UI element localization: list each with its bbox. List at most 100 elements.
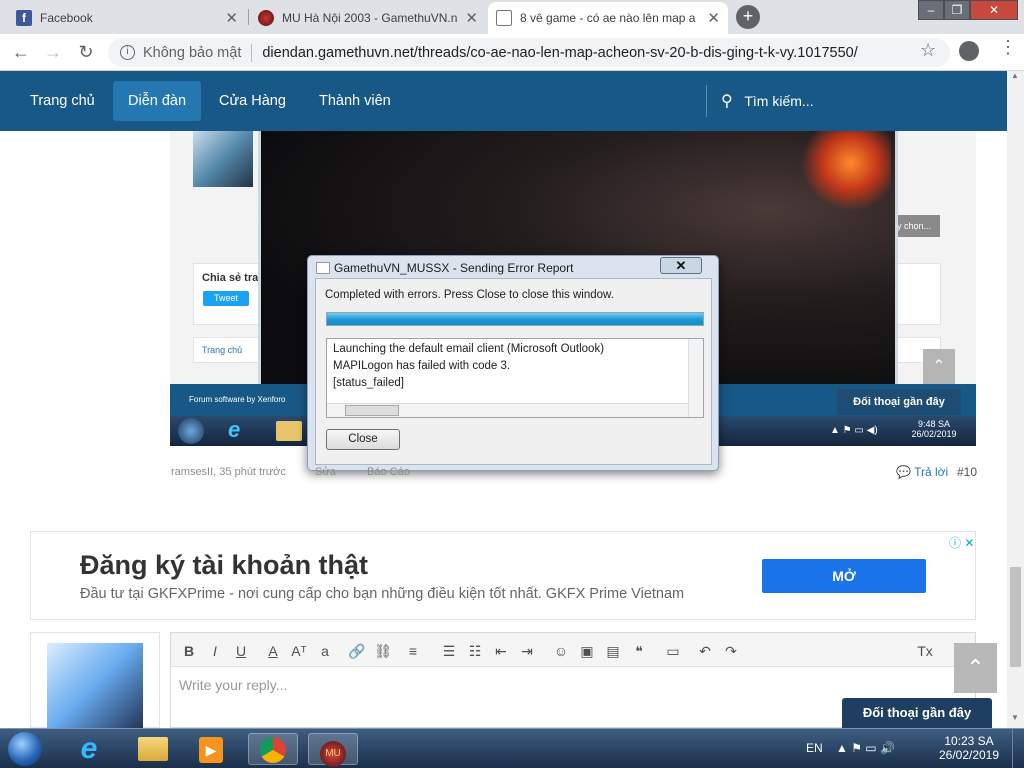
save-draft-icon[interactable]: ▭	[663, 641, 683, 661]
reload-button[interactable]: ↻	[74, 41, 98, 65]
avatar	[193, 131, 253, 187]
search-button[interactable]: ⚲ Tìm kiếm...	[706, 85, 1001, 117]
bookmark-star-icon[interactable]: ☆	[920, 40, 936, 61]
security-label: Không bảo mật	[143, 44, 242, 61]
clock[interactable]: 10:23 SA 26/02/2019	[934, 734, 1004, 762]
address-bar[interactable]: i Không bảo mật diendan.gamethuvn.net/th…	[108, 38, 950, 67]
breadcrumb[interactable]: Trang chủ	[202, 345, 242, 355]
edit-link[interactable]: Sửa	[315, 466, 336, 478]
scroll-down-icon[interactable]: ▼	[1011, 713, 1019, 722]
numbered-list-icon[interactable]: ☷	[465, 641, 485, 661]
close-icon[interactable]: ✕	[707, 9, 720, 27]
ad-title: Đăng ký tài khoản thật	[80, 550, 369, 580]
share-label: Chia sẻ tra	[202, 272, 259, 284]
explorer-icon[interactable]	[128, 733, 178, 765]
forward-button[interactable]: →	[41, 41, 65, 65]
tray-icons[interactable]: ▲ ⚑ ▭ 🔊	[836, 741, 895, 755]
ad-subtitle: Đầu tư tại GKFXPrime - nơi cung cấp cho …	[80, 586, 685, 602]
ad-open-button[interactable]: MỞ	[762, 559, 926, 593]
inner-clock-date: 26/02/2019	[911, 429, 957, 439]
dialog-title: GamethuVN_MUSSX - Sending Error Report	[316, 261, 573, 275]
log-box[interactable]: Launching the default email client (Micr…	[326, 338, 704, 418]
scrollbar-thumb[interactable]	[1010, 567, 1021, 667]
ad-banner[interactable]: Đăng ký tài khoản thật Đầu tư tại GKFXPr…	[30, 531, 976, 620]
close-button[interactable]: Close	[326, 429, 400, 450]
restore-button[interactable]: ❐	[944, 0, 970, 20]
chrome-icon[interactable]	[248, 733, 298, 765]
align-icon[interactable]: ≡	[403, 641, 423, 661]
log-scrollbar[interactable]	[688, 339, 703, 417]
footer-text: Forum software by Xenforo	[189, 395, 286, 404]
link-icon[interactable]: 🔗	[347, 641, 367, 661]
inner-clock-time: 9:48 SA	[917, 419, 951, 429]
close-icon[interactable]: ✕	[225, 9, 238, 27]
media-player-icon[interactable]: ▶	[186, 733, 236, 765]
report-link[interactable]: Báo Cáo	[367, 466, 410, 478]
recent-chats-button[interactable]: Đối thoại gần đây	[837, 389, 961, 415]
menu-icon[interactable]: ⋮	[999, 37, 1017, 58]
close-icon[interactable]: ✕	[465, 9, 478, 27]
reply-input[interactable]: Write your reply...	[179, 677, 287, 693]
adchoices-icon[interactable]: ⓘ ✕	[949, 534, 974, 551]
reply-button[interactable]: 💬 Trả lời	[896, 465, 948, 479]
minimize-button[interactable]: ‒	[918, 0, 944, 20]
back-button[interactable]: ←	[9, 41, 33, 65]
show-desktop-button[interactable]	[1012, 729, 1024, 768]
nav-home[interactable]: Trang chủ	[15, 81, 110, 121]
underline-icon[interactable]: U	[231, 641, 251, 661]
image-icon[interactable]: ▣	[577, 641, 597, 661]
redo-icon[interactable]: ↷	[721, 641, 741, 661]
tab-label: MU Hà Nội 2003 - GamethuVN.n	[282, 11, 458, 25]
nav-shop[interactable]: Cửa Hàng	[204, 81, 301, 121]
quote-icon[interactable]: ❝	[629, 641, 649, 661]
language-indicator[interactable]: EN	[806, 741, 823, 755]
tab-current-thread[interactable]: 8 vê game - có ae nào lên map a ✕	[488, 2, 728, 34]
bold-icon[interactable]: B	[179, 641, 199, 661]
media-icon[interactable]: ▤	[603, 641, 623, 661]
tab-facebook[interactable]: f Facebook ✕	[8, 2, 246, 34]
tweet-button[interactable]: Tweet	[203, 291, 249, 306]
profile-avatar-icon[interactable]	[959, 41, 979, 61]
unlink-icon[interactable]: ⛓	[373, 641, 393, 661]
recent-chats-button[interactable]: Đối thoại gần đây	[842, 698, 992, 728]
smiley-icon[interactable]: ☺	[551, 641, 571, 661]
page-scrollbar[interactable]: ▲ ▼	[1007, 71, 1024, 728]
log-hscrollbar[interactable]	[327, 403, 688, 417]
mu-game-icon[interactable]: MU	[308, 733, 358, 767]
font-size-icon[interactable]: Aᵀ	[289, 641, 309, 661]
tab-mu-hanoi[interactable]: MU Hà Nội 2003 - GamethuVN.n ✕	[250, 2, 486, 34]
post-meta[interactable]: ramsesII, 35 phút trước	[171, 466, 286, 478]
search-icon: ⚲	[721, 93, 733, 110]
undo-icon[interactable]: ↶	[695, 641, 715, 661]
attached-screenshot[interactable]: Chia sẻ tra Tweet Trang chủ y chọn... ⌃ …	[170, 131, 976, 471]
window-close-button[interactable]: ✕	[970, 0, 1018, 20]
post-number[interactable]: #10	[957, 465, 977, 479]
scroll-up-icon[interactable]: ▲	[1011, 71, 1019, 80]
clock-time: 10:23 SA	[944, 734, 994, 748]
error-report-dialog: GamethuVN_MUSSX - Sending Error Report ✕…	[307, 255, 719, 471]
nav-forums[interactable]: Diễn đàn	[113, 81, 202, 121]
italic-icon[interactable]: I	[205, 641, 225, 661]
start-button[interactable]	[8, 732, 42, 766]
indent-icon[interactable]: ⇥	[517, 641, 537, 661]
text-color-icon[interactable]: A	[263, 641, 283, 661]
thread-content: Chia sẻ tra Tweet Trang chủ y chọn... ⌃ …	[0, 131, 1007, 728]
nav-members[interactable]: Thành viên	[304, 81, 406, 121]
remove-format-icon[interactable]: Tx	[915, 641, 935, 661]
dialog-body: Completed with errors. Press Close to cl…	[315, 278, 712, 465]
new-tab-button[interactable]: +	[736, 5, 760, 29]
dialog-close-icon[interactable]: ✕	[660, 257, 702, 274]
ie-icon[interactable]: e	[64, 733, 114, 765]
windows-taskbar: e ▶ MU EN ▲ ⚑ ▭ 🔊 10:23 SA 26/02/2019	[0, 728, 1024, 768]
scroll-top-button[interactable]: ⌃	[954, 643, 997, 693]
facebook-icon: f	[16, 10, 32, 26]
bullet-list-icon[interactable]: ☰	[439, 641, 459, 661]
mu-logo-icon	[258, 10, 274, 26]
outdent-icon[interactable]: ⇤	[491, 641, 511, 661]
ie-icon: e	[228, 417, 241, 442]
scroll-top-icon[interactable]: ⌃	[923, 349, 955, 385]
error-icon	[316, 262, 330, 274]
info-icon[interactable]: i	[120, 45, 135, 60]
font-family-icon[interactable]: a	[315, 641, 335, 661]
reply-avatar-box	[30, 632, 160, 728]
